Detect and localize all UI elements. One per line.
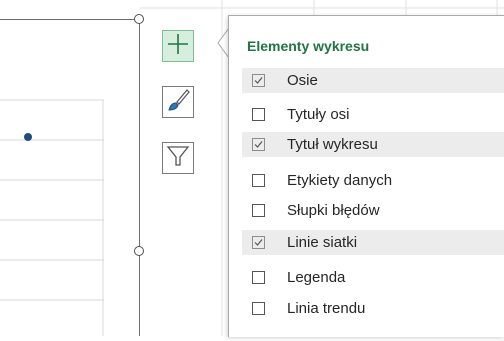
checkbox-legend[interactable] xyxy=(252,271,265,284)
chart-plot-gridlines xyxy=(0,99,104,336)
chart-styles-button[interactable] xyxy=(162,86,194,118)
data-point[interactable] xyxy=(24,133,32,141)
chart-elements-button[interactable] xyxy=(162,30,194,62)
panel-title: Elementy wykresu xyxy=(247,38,370,54)
item-label: Linia trendu xyxy=(287,300,366,317)
chart-element-chart-title[interactable]: Tytuł wykresu xyxy=(242,132,504,157)
check-mark-icon xyxy=(254,239,263,246)
chart-element-error-bars[interactable]: Słupki błędów xyxy=(242,198,504,223)
chart-element-axes[interactable]: Osie xyxy=(242,68,504,93)
resize-handle-top-right[interactable] xyxy=(134,14,144,24)
checkbox-trendline[interactable] xyxy=(252,302,265,315)
item-label: Linie siatki xyxy=(287,234,358,251)
chart-element-axis-titles[interactable]: Tytuły osi xyxy=(242,102,504,127)
paintbrush-icon xyxy=(165,87,191,118)
checkbox-axes[interactable] xyxy=(252,74,265,87)
item-label: Etykiety danych xyxy=(287,172,393,189)
checkbox-gridlines[interactable] xyxy=(252,236,265,249)
checkbox-chart-title[interactable] xyxy=(252,138,265,151)
check-mark-icon xyxy=(254,141,263,148)
item-label: Słupki błędów xyxy=(287,202,380,219)
checkbox-error-bars[interactable] xyxy=(252,204,265,217)
item-label: Tytuł wykresu xyxy=(287,136,378,153)
chart-filters-button[interactable] xyxy=(162,142,194,174)
chart-area[interactable] xyxy=(0,0,140,336)
chart-element-legend[interactable]: Legenda xyxy=(242,265,504,290)
chart-element-gridlines[interactable]: Linie siatki xyxy=(242,230,504,255)
checkbox-data-labels[interactable] xyxy=(252,174,265,187)
item-label: Osie xyxy=(287,72,318,89)
funnel-icon xyxy=(166,144,190,173)
check-mark-icon xyxy=(254,77,263,84)
chart-elements-panel: Elementy wykresu Osie Tytuły osi Tytuł w… xyxy=(228,15,504,337)
item-label: Legenda xyxy=(287,269,346,286)
chart-element-data-labels[interactable]: Etykiety danych xyxy=(242,168,504,193)
plus-icon xyxy=(166,32,190,61)
resize-handle-middle-right[interactable] xyxy=(134,246,144,256)
chart-frame-right-border xyxy=(139,19,140,336)
checkbox-axis-titles[interactable] xyxy=(252,108,265,121)
chart-frame-top-border xyxy=(0,19,140,20)
chart-element-trendline[interactable]: Linia trendu xyxy=(242,296,504,321)
item-label: Tytuły osi xyxy=(287,106,350,123)
